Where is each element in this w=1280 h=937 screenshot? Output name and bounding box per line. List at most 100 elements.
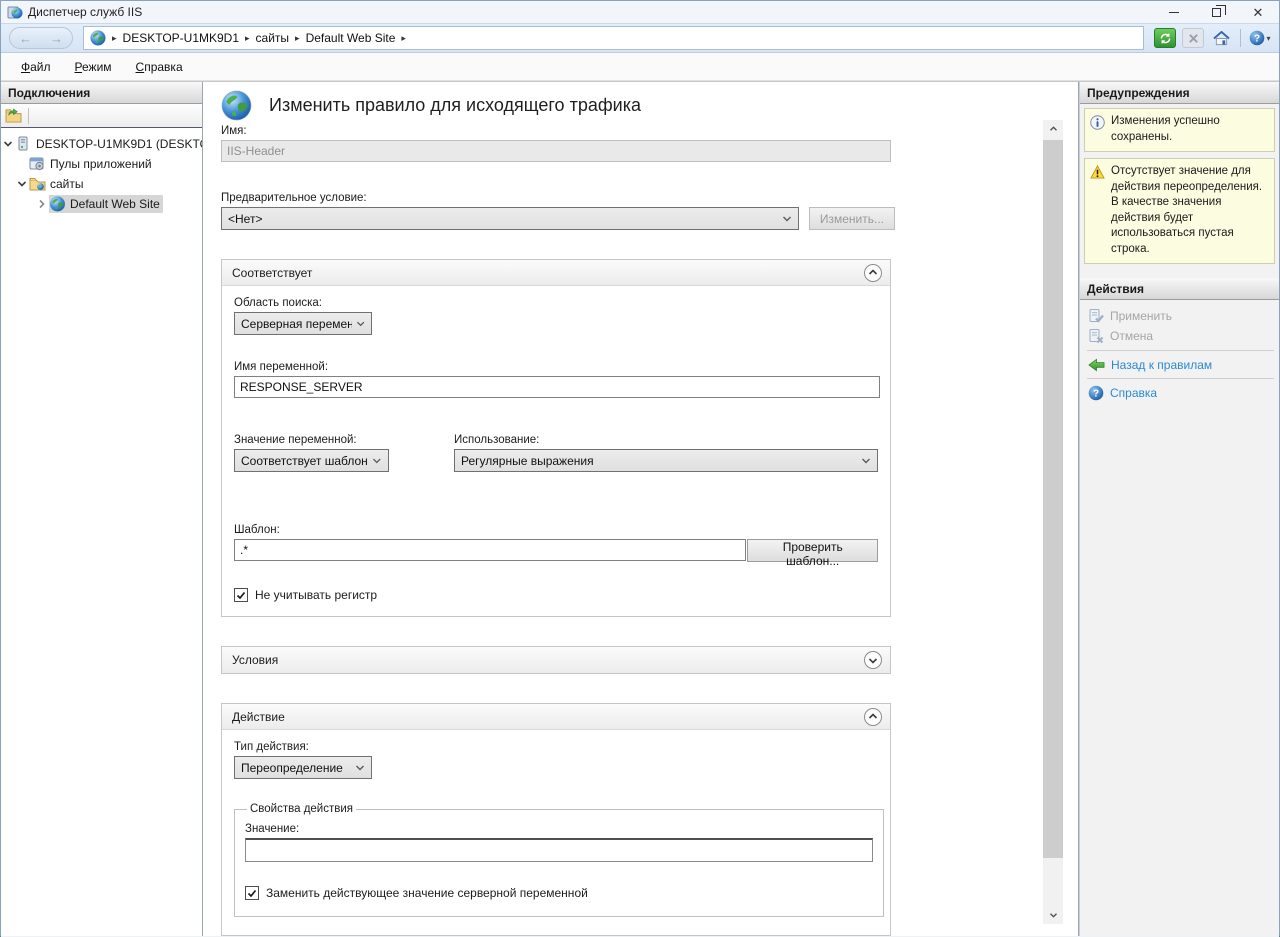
scope-value: Серверная переменн [241,317,352,331]
help-icon: ? [1088,385,1104,401]
help-dropdown-icon[interactable]: ▾ [1266,34,1270,43]
action-type-select[interactable]: Переопределение [234,756,372,779]
app-pools-icon [29,156,46,172]
breadcrumb[interactable]: ▸ DESKTOP-U1MK9D1 ▸ сайты ▸ Default Web … [83,26,1144,50]
collapse-icon[interactable] [864,708,882,726]
tree-item-label: DESKTOP-U1MK9D1 (DESKTOP [36,137,202,151]
value-label: Значение: [245,823,873,835]
menu-bar: Файл Режим Справка [1,53,1279,81]
actions-divider [1087,378,1274,379]
globe-icon [49,196,66,212]
breadcrumb-item-server[interactable]: DESKTOP-U1MK9D1 [123,31,239,45]
navigation-buttons: ← → [9,27,73,49]
address-bar: ← → ▸ DESKTOP-U1MK9D1 ▸ сайты ▸ Default … [1,23,1279,53]
variable-name-input[interactable] [234,376,880,398]
connections-panel: Подключения DESKTOP-U1MK9D1 (DESKTOP Пул… [1,82,203,936]
apply-label: Применить [1110,309,1172,323]
chevron-right-icon[interactable] [35,199,49,209]
conditions-section-title: Условия [232,653,278,667]
refresh-button[interactable] [1154,28,1176,48]
forward-icon[interactable]: → [50,32,63,45]
replace-value-label: Заменить действующее значение серверной … [266,886,588,900]
test-pattern-button[interactable]: Проверить шаблон... [747,539,878,562]
collapse-icon[interactable] [864,264,882,282]
window-title: Диспетчер служб IIS [28,5,142,19]
globe-icon [221,90,252,121]
chevron-down-icon [356,320,365,328]
using-select[interactable]: Регулярные выражения [454,449,878,472]
pattern-input[interactable] [234,539,746,561]
precondition-select[interactable]: <Нет> [221,207,799,230]
apply-action: Применить [1086,306,1275,326]
minimize-button[interactable] [1153,1,1195,23]
cancel-label: Отмена [1110,329,1153,343]
help-link[interactable]: ? Справка [1086,383,1275,403]
tree-item-app-pools[interactable]: Пулы приложений [1,154,202,174]
cancel-icon [1088,328,1104,344]
match-section-title: Соответствует [232,266,312,280]
menu-file[interactable]: Файл [11,57,61,77]
action-section-title: Действие [232,710,285,724]
alert-text: Отсутствует значение для действия переоп… [1111,164,1270,257]
scrollbar-thumb[interactable] [1043,140,1063,858]
title-bar: Диспетчер служб IIS ✕ [1,1,1279,23]
breadcrumb-separator-icon: ▸ [245,33,250,44]
scope-select[interactable]: Серверная переменн [234,312,372,335]
action-properties-group: Свойства действия Значение: Заменить дей… [234,803,884,917]
page-title: Изменить правило для исходящего трафика [269,95,641,116]
main-content: Изменить правило для исходящего трафика … [203,82,1079,936]
close-button[interactable]: ✕ [1237,1,1279,23]
tree-item-server[interactable]: DESKTOP-U1MK9D1 (DESKTOP [1,134,202,154]
cancel-action: Отмена [1086,326,1275,346]
save-connection-icon[interactable] [5,108,22,123]
alert-info: Изменения успешно сохранены. [1084,108,1275,152]
breadcrumb-item-sites[interactable]: сайты [256,31,290,45]
menu-view[interactable]: Режим [65,57,122,77]
edit-precondition-button: Изменить... [809,207,895,230]
expand-icon[interactable] [864,651,882,669]
menu-help[interactable]: Справка [126,57,193,77]
chevron-down-icon[interactable] [15,180,29,188]
operator-value: Соответствует шаблону [241,454,368,468]
vertical-scrollbar[interactable] [1043,120,1063,924]
svg-text:?: ? [1254,34,1260,45]
scroll-down-icon[interactable] [1043,906,1063,924]
info-icon [1090,115,1105,130]
value-input[interactable] [245,838,873,862]
tree-item-sites[interactable]: сайты [1,174,202,194]
chevron-down-icon [372,457,382,465]
warning-icon [1090,165,1105,179]
operator-select[interactable]: Соответствует шаблону [234,449,389,472]
using-value: Регулярные выражения [461,454,594,468]
home-button[interactable] [1210,28,1232,48]
toolbar-divider [28,108,29,124]
scroll-up-icon[interactable] [1043,120,1063,138]
ignore-case-label: Не учитывать регистр [255,588,377,602]
connections-tree: DESKTOP-U1MK9D1 (DESKTOP Пулы приложений… [1,128,202,214]
ignore-case-checkbox[interactable] [234,588,248,602]
server-icon [15,136,32,152]
tree-item-default-web-site[interactable]: Default Web Site [1,194,202,214]
connections-header: Подключения [1,82,202,104]
alert-text: Изменения успешно сохранены. [1111,114,1270,145]
action-section: Действие Тип действия: Переопределение С… [221,703,891,936]
toolbar-divider [1240,29,1241,47]
iis-manager-window: Диспетчер служб IIS ✕ ← → ▸ DESKTOP-U1MK… [0,0,1280,937]
restore-button[interactable] [1195,1,1237,23]
operator-label: Значение переменной: [234,434,454,446]
back-to-rules-link[interactable]: Назад к правилам [1086,355,1275,374]
selected-tree-item[interactable]: Default Web Site [49,195,163,213]
replace-value-checkbox[interactable] [245,886,259,900]
breadcrumb-item-default-web-site[interactable]: Default Web Site [306,31,396,45]
precondition-label: Предварительное условие: [221,192,895,204]
chevron-down-icon[interactable] [1,140,15,148]
back-icon[interactable]: ← [19,32,32,45]
chevron-down-icon [355,764,365,772]
breadcrumb-separator-icon: ▸ [295,33,300,44]
actions-list: Применить Отмена Назад к правилам ? Спра… [1080,300,1279,403]
name-input [221,140,891,162]
help-button[interactable]: ? ▾ [1249,28,1271,48]
using-label: Использование: [454,434,878,446]
action-properties-title: Свойства действия [247,803,356,815]
tree-item-label: сайты [50,177,84,191]
